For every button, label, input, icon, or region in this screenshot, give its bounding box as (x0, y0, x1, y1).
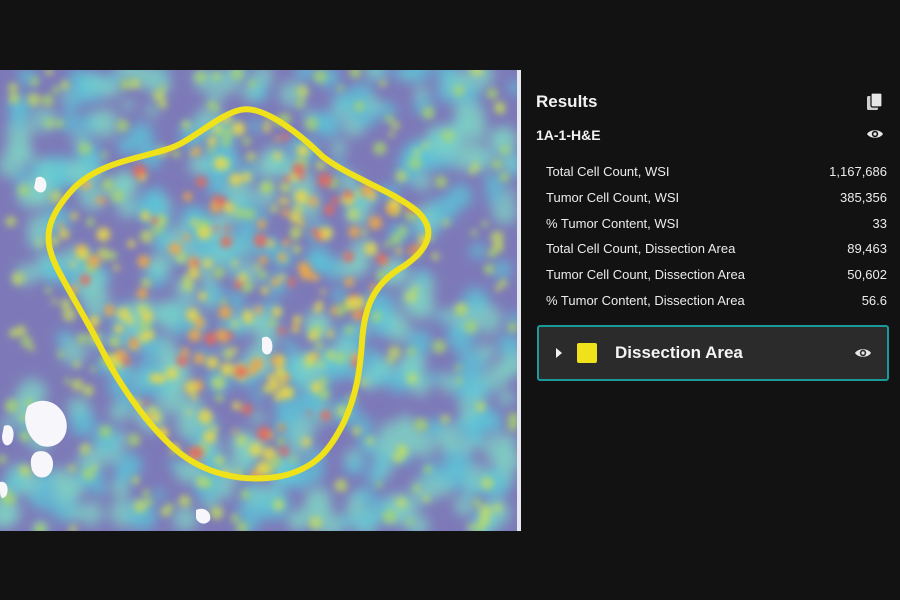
metrics-list: Total Cell Count, WSI 1,167,686 Tumor Ce… (546, 163, 887, 318)
eye-icon[interactable] (866, 127, 884, 141)
metric-label: Tumor Cell Count, Dissection Area (546, 267, 745, 283)
metric-label: % Tumor Content, WSI (546, 215, 679, 231)
metric-row: Total Cell Count, Dissection Area 89,463 (546, 240, 887, 266)
metric-row: % Tumor Content, WSI 33 (546, 215, 887, 241)
app-screen: Results 1A-1-H&E Total Cell Count, WSI 1… (0, 0, 900, 600)
eye-icon[interactable] (854, 346, 872, 360)
results-header: Results (536, 92, 884, 114)
metric-value: 385,356 (840, 189, 887, 205)
metric-row: Total Cell Count, WSI 1,167,686 (546, 163, 887, 189)
metric-label: Total Cell Count, Dissection Area (546, 241, 736, 257)
metric-value: 56.6 (861, 292, 887, 308)
sample-name: 1A-1-H&E (536, 127, 601, 143)
dissection-area-layer[interactable]: Dissection Area (537, 325, 889, 381)
layer-name: Dissection Area (615, 343, 743, 362)
sample-row: 1A-1-H&E (536, 126, 884, 146)
metric-row: % Tumor Content, Dissection Area 56.6 (546, 292, 887, 318)
metric-value: 33 (872, 215, 887, 231)
metric-label: Tumor Cell Count, WSI (546, 189, 680, 205)
metric-label: Total Cell Count, WSI (546, 164, 670, 179)
layer-color-swatch (577, 343, 597, 363)
metric-label: % Tumor Content, Dissection Area (546, 292, 745, 308)
metric-row: Tumor Cell Count, WSI 385,356 (546, 189, 887, 215)
metric-value: 89,463 (847, 241, 887, 257)
metric-row: Tumor Cell Count, Dissection Area 50,602 (546, 266, 887, 292)
metric-value: 50,602 (847, 267, 887, 283)
metric-value: 1,167,686 (829, 164, 887, 179)
results-title: Results (536, 92, 598, 111)
slide-viewer[interactable] (0, 70, 521, 531)
copy-icon[interactable] (866, 92, 884, 112)
results-panel: Results 1A-1-H&E Total Cell Count, WSI 1… (521, 70, 900, 531)
heatmap-canvas[interactable] (0, 70, 521, 531)
caret-right-icon[interactable] (555, 347, 563, 359)
